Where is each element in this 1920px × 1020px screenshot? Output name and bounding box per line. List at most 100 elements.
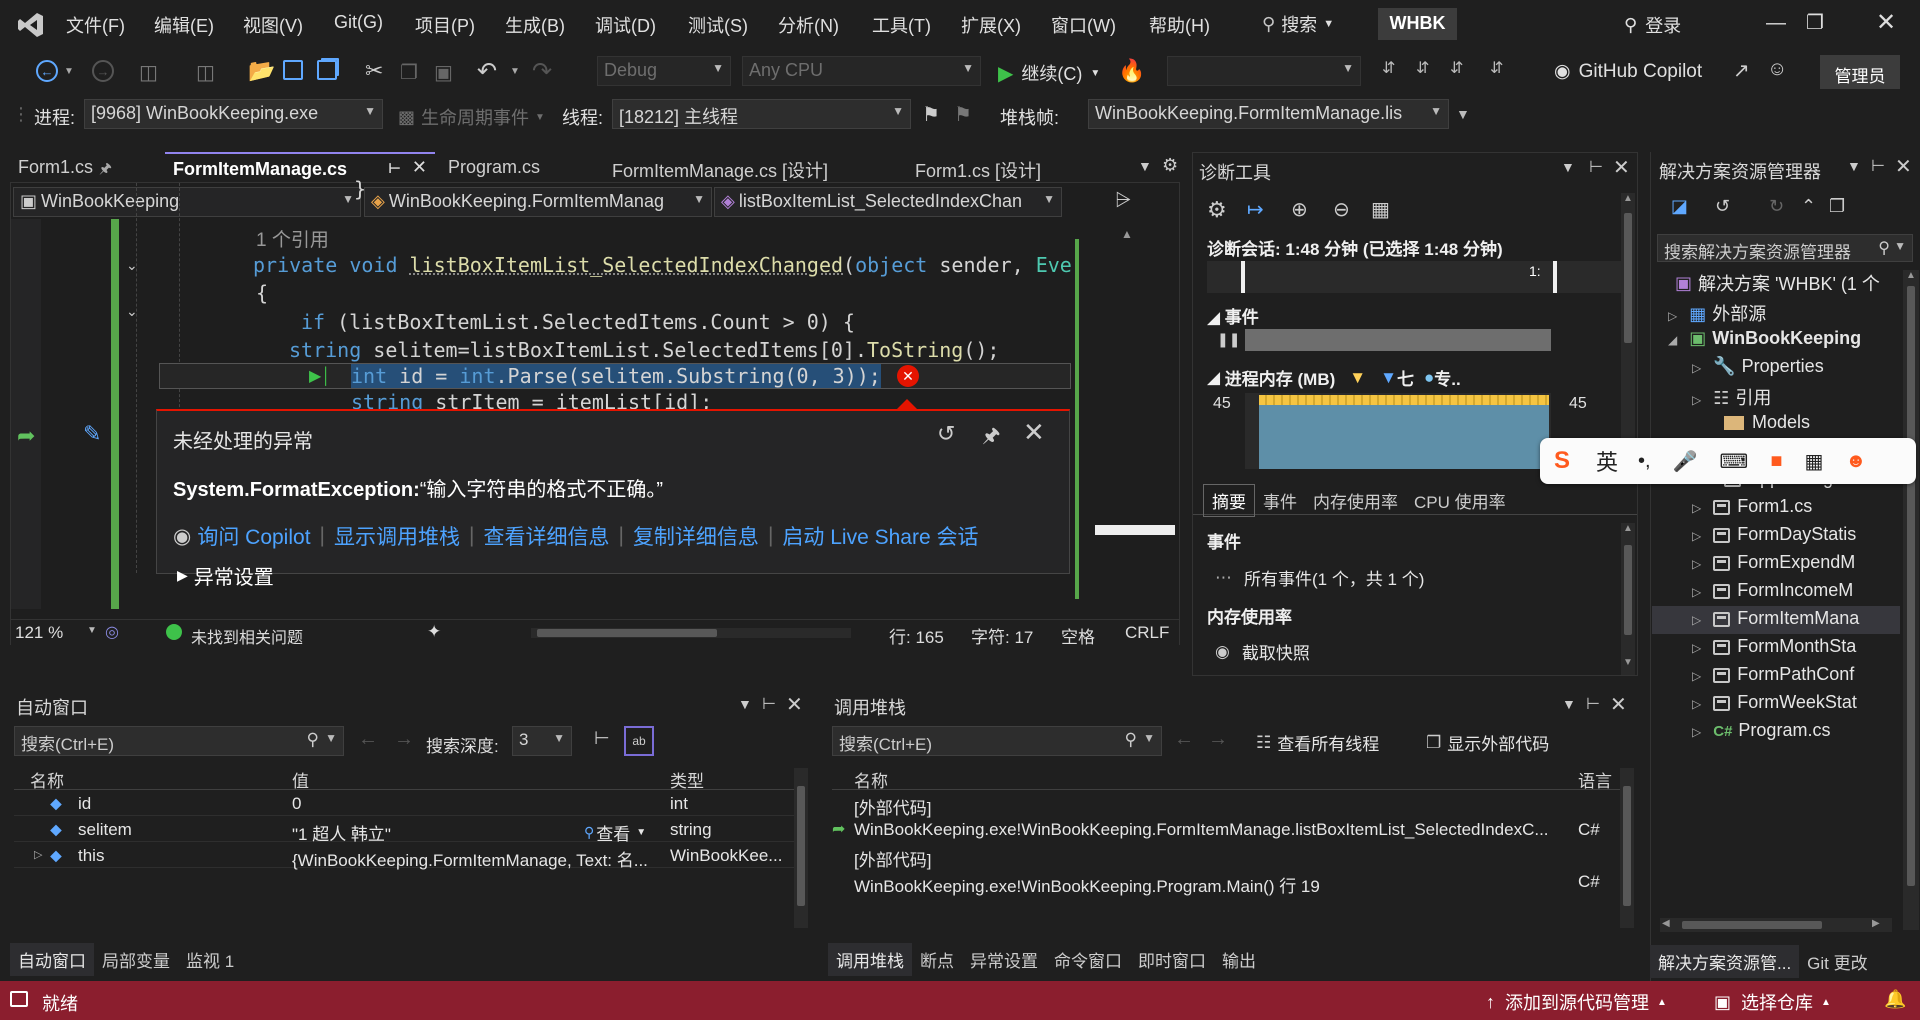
scroll-thumb[interactable] (1624, 213, 1632, 343)
zoom-level[interactable]: 121 % (15, 623, 63, 643)
thread-select[interactable]: [18212] 主线程 ▼ (612, 99, 911, 129)
scroll-thumb[interactable] (797, 786, 805, 906)
solution-h-scrollbar[interactable]: ◀ ▶ (1660, 918, 1892, 932)
microphone-icon[interactable]: 🎤 (1673, 449, 1698, 474)
view-details-link[interactable]: 查看详细信息 (483, 521, 609, 551)
tab-form1-design[interactable]: Form1.cs [设计] (907, 152, 1137, 182)
pin-icon[interactable]: ⊢ (1871, 156, 1885, 176)
all-events-link[interactable]: ⋯ 所有事件(1 个，共 1 个) (1215, 565, 1424, 590)
menu-build[interactable]: 生成(B) (505, 12, 565, 38)
refresh-icon[interactable]: ↻ (1769, 196, 1784, 217)
column-value[interactable]: 值 (292, 767, 309, 792)
column-name[interactable]: 名称 (854, 767, 888, 792)
settings-gear-icon[interactable]: ⚙ (1162, 155, 1178, 176)
forward-icon[interactable]: → (92, 60, 114, 82)
settings-gear-icon[interactable]: ⚙ (1207, 197, 1227, 223)
back-icon[interactable]: ← (36, 60, 58, 82)
brush-icon[interactable]: ✦ (427, 622, 441, 642)
step-icon-2[interactable]: ⇵ (1416, 58, 1429, 78)
exception-settings-expander[interactable]: ▶ 异常设置 (177, 561, 274, 590)
column-name[interactable]: 名称 (30, 767, 64, 792)
admin-badge[interactable]: 管理员 (1820, 55, 1900, 89)
zoom-in-icon[interactable]: ⊕ (1291, 197, 1308, 222)
vs-logo-icon[interactable] (16, 10, 46, 40)
feedback-icon[interactable]: ☺ (1767, 58, 1787, 81)
tree-item-formitemmanage[interactable]: ▷ FormItemMana (1692, 608, 1859, 629)
pin-icon[interactable]: 🖈 (99, 158, 112, 182)
char-indicator[interactable]: 字符: 17 (971, 623, 1033, 648)
column-language[interactable]: 语言 (1578, 767, 1612, 792)
member-nav-select[interactable]: ◈ listBoxItemList_SelectedIndexChan ▼ (714, 187, 1062, 217)
ime-mode-toggle[interactable]: 英 (1596, 445, 1618, 477)
scroll-thumb[interactable] (1907, 286, 1915, 886)
pin-to-source-icon[interactable]: ⊢ (594, 728, 610, 749)
memory-chart[interactable] (1245, 393, 1551, 469)
menu-project[interactable]: 项目(P) (415, 12, 475, 38)
tab-formitemmanage-design[interactable]: FormItemManage.cs [设计] (604, 152, 904, 182)
close-panel-icon[interactable]: ✕ (1613, 155, 1630, 180)
tree-item-formincome[interactable]: ▷ FormIncomeM (1692, 580, 1853, 601)
tab-locals[interactable]: 局部变量 (94, 943, 178, 976)
minimize-icon[interactable]: — (1766, 12, 1786, 35)
table-row[interactable]: [外部代码] (832, 790, 1612, 818)
tree-item-formexpend[interactable]: ▷ FormExpendM (1692, 552, 1855, 573)
add-to-source-control-button[interactable]: ↑ 添加到源代码管理 ▲ (1486, 989, 1667, 1015)
copy-icon[interactable]: ❐ (400, 60, 418, 85)
timeline-range-end[interactable] (1553, 261, 1557, 293)
pause-icon[interactable]: ❚❚ (1217, 331, 1240, 348)
diag-summary-scrollbar[interactable]: ▲ ▼ (1621, 523, 1635, 675)
tree-item-models[interactable]: Models (1724, 412, 1810, 433)
exception-error-icon[interactable]: ✕ (897, 365, 919, 387)
pin-data-tip-icon[interactable]: ✎ (83, 421, 101, 447)
close-panel-icon[interactable]: ✕ (1895, 154, 1912, 179)
mascot-icon[interactable]: ☻ (1845, 450, 1866, 473)
tree-item-references[interactable]: ▷ ☷ 引用 (1692, 384, 1771, 410)
menu-debug[interactable]: 调试(D) (595, 12, 656, 38)
menu-view[interactable]: 视图(V) (243, 12, 303, 38)
autos-row-value[interactable]: 0 (292, 794, 301, 814)
tab-output[interactable]: 输出 (1214, 943, 1264, 976)
search-back-icon[interactable]: ← (358, 728, 378, 751)
scroll-thumb[interactable] (1682, 921, 1822, 929)
tab-command-window[interactable]: 命令窗口 (1046, 943, 1130, 976)
continue-button[interactable]: ▶ 继续(C) ▼ (998, 60, 1100, 86)
notifications-icon[interactable]: 🔔 (1884, 989, 1906, 1010)
menu-extensions[interactable]: 扩展(X) (961, 12, 1021, 38)
tree-item-formdaystatis[interactable]: ▷ FormDayStatis (1692, 524, 1856, 545)
code-editor[interactable]: ▣ WinBookKeeping ▼ ◈ WinBookKeeping.FormIte… (10, 177, 1180, 648)
project-nav-select[interactable]: ▣ WinBookKeeping ▼ (13, 187, 361, 217)
close-panel-icon[interactable]: ✕ (1610, 692, 1627, 717)
close-panel-icon[interactable]: ✕ (786, 692, 803, 717)
solution-platform-select[interactable]: Any CPU ▼ (742, 56, 981, 86)
scroll-up-icon[interactable]: ▲ (1121, 227, 1133, 241)
undo-icon[interactable]: ↶ (477, 57, 497, 86)
callstack-search-input[interactable]: 搜索(Ctrl+E) ⚲ ▼ (832, 726, 1162, 756)
tab-autos[interactable]: 自动窗口 (10, 942, 94, 976)
copy-details-link[interactable]: 复制详细信息 (633, 521, 759, 551)
menu-test[interactable]: 测试(S) (688, 12, 748, 38)
spaces-indicator[interactable]: 空格 (1061, 623, 1095, 648)
issues-label[interactable]: 未找到相关问题 (191, 624, 303, 648)
tree-item-external-sources[interactable]: ▷ ▦ 外部源 (1668, 300, 1766, 326)
toolbox-icon[interactable]: ▦ (1804, 449, 1823, 474)
tab-memory-usage[interactable]: 内存使用率 (1305, 485, 1406, 516)
minimap[interactable] (1073, 219, 1179, 609)
solution-name-badge[interactable]: WHBK (1378, 8, 1457, 40)
tab-summary[interactable]: 摘要 (1203, 484, 1255, 517)
debug-target-select[interactable]: ▼ (1167, 56, 1361, 86)
step-icon-3[interactable]: ⇵ (1450, 58, 1463, 78)
pin-icon[interactable]: ⊢ (762, 694, 776, 714)
select-repository-button[interactable]: ▣ 选择仓库 ▲ (1714, 989, 1831, 1015)
show-external-code-button[interactable]: ❐ 显示外部代码 (1426, 730, 1549, 755)
scroll-thumb[interactable] (1624, 545, 1632, 635)
timeline-range-start[interactable] (1241, 261, 1245, 293)
pin-icon[interactable]: ⊢ (1589, 157, 1603, 177)
hot-reload-icon[interactable]: 🔥 (1118, 58, 1145, 84)
pin-icon[interactable]: ⊢ (388, 160, 401, 177)
menu-edit[interactable]: 编辑(E) (154, 12, 214, 38)
tree-item-properties[interactable]: ▷ 🔧 Properties (1692, 356, 1824, 377)
tab-form1-cs[interactable]: Form1.cs 🖈 (10, 152, 160, 182)
sogou-logo-icon[interactable]: S (1554, 447, 1570, 475)
solution-search-input[interactable]: 搜索解决方案资源管理器 ⚲ ▼ (1657, 234, 1913, 262)
paste-icon[interactable]: ▣ (434, 60, 453, 85)
